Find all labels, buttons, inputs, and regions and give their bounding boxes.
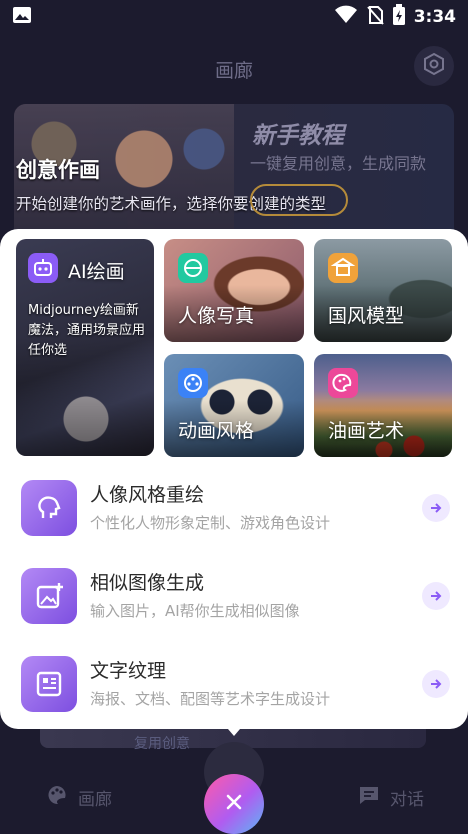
- card-oil-painting[interactable]: 油画艺术: [314, 354, 452, 457]
- feature-title: 文字纹理: [90, 660, 167, 682]
- create-banner[interactable]: 创意作画 开始创建你的艺术画作，选择你要创建的类型 新手教程 一键复用创意，生成…: [14, 104, 454, 244]
- nav-gallery-label: 画廊: [78, 790, 112, 810]
- palette-icon: [328, 368, 358, 398]
- feature-subtitle: 个性化人物形象定制、游戏角色设计: [90, 514, 331, 532]
- arrow-right-icon[interactable]: [422, 494, 450, 522]
- page-title: 画廊: [214, 60, 253, 82]
- feature-portrait-restyle[interactable]: 人像风格重绘 个性化人物形象定制、游戏角色设计: [16, 474, 456, 542]
- tutorial-subtitle: 一键复用创意，生成同款: [250, 154, 427, 173]
- tutorial-button[interactable]: [250, 184, 348, 216]
- settings-hexagon-icon: [422, 52, 446, 80]
- sheet-pointer: [222, 722, 246, 736]
- pavilion-icon: [328, 253, 358, 283]
- robot-icon: [28, 253, 58, 283]
- portrait-icon: [178, 253, 208, 283]
- card-ai-painting[interactable]: AI绘画 Midjourney绘画新魔法，通用场景应用任你选: [16, 239, 154, 456]
- wifi-icon: [334, 5, 358, 29]
- card-portrait[interactable]: 人像写真: [164, 239, 304, 342]
- tutorial-title: 新手教程: [252, 123, 344, 149]
- feature-text-texture[interactable]: 文字纹理 海报、文档、配图等艺术字生成设计: [16, 650, 456, 718]
- film-reel-icon: [178, 368, 208, 398]
- card-anime-label: 动画风格: [178, 420, 255, 442]
- battery-charging-icon: [392, 4, 406, 30]
- card-ai-description: Midjourney绘画新魔法，通用场景应用任你选: [28, 303, 146, 358]
- app-header: 画廊: [0, 44, 468, 92]
- card-anime[interactable]: 动画风格: [164, 354, 304, 457]
- nav-chat-label: 对话: [390, 790, 424, 810]
- head-brush-icon: [21, 480, 77, 536]
- status-time: 3:34: [413, 7, 456, 27]
- feature-subtitle: 输入图片，AI帮你生成相似图像: [90, 602, 300, 620]
- card-guofeng[interactable]: 国风模型: [314, 239, 452, 342]
- palette-icon: [46, 784, 68, 811]
- card-portrait-label: 人像写真: [178, 305, 255, 327]
- no-sim-icon: [366, 5, 384, 29]
- feature-title: 相似图像生成: [90, 572, 205, 594]
- status-bar: 3:34: [0, 0, 468, 34]
- feature-title: 人像风格重绘: [90, 484, 205, 506]
- close-button[interactable]: [204, 774, 264, 834]
- arrow-right-icon[interactable]: [422, 670, 450, 698]
- image-plus-icon: [21, 568, 77, 624]
- text-texture-icon: [21, 656, 77, 712]
- reuse-label: 复用创意: [134, 736, 190, 752]
- card-guofeng-label: 国风模型: [328, 305, 405, 327]
- arrow-right-icon[interactable]: [422, 582, 450, 610]
- settings-button[interactable]: [414, 46, 454, 86]
- feature-subtitle: 海报、文档、配图等艺术字生成设计: [90, 690, 331, 708]
- image-icon: [12, 5, 32, 29]
- banner-title: 创意作画: [16, 158, 100, 182]
- chat-icon: [358, 784, 380, 811]
- close-icon: [224, 792, 244, 816]
- nav-chat[interactable]: 对话: [358, 784, 424, 811]
- card-ai-label: AI绘画: [68, 261, 125, 283]
- feature-similar-image[interactable]: 相似图像生成 输入图片，AI帮你生成相似图像: [16, 562, 456, 630]
- nav-gallery[interactable]: 画廊: [46, 784, 112, 811]
- card-oil-label: 油画艺术: [328, 420, 405, 442]
